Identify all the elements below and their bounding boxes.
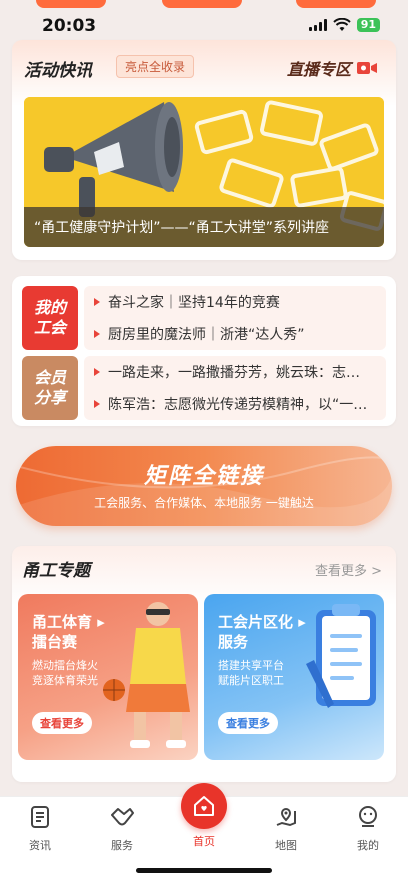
bullet-arrow-icon (94, 298, 100, 306)
tile-title-line: 工会片区化 (218, 613, 294, 631)
tile-more-button[interactable]: 查看更多 (218, 712, 278, 734)
news-item-text: 陈军浩：志愿微光传递劳模精神，以“一… (108, 397, 368, 413)
status-bar: 20:03 91 (0, 0, 408, 44)
tile-title: 甬工体育 ▸ 擂台赛 (32, 613, 105, 651)
video-camera-icon (357, 62, 377, 74)
news-item[interactable]: 奋斗之家｜坚持14年的竞赛 (84, 286, 386, 318)
topic-tile-district[interactable]: 工会片区化 ▸ 服务 搭建共享平台 赋能片区职工 查看更多 (204, 594, 384, 760)
bullet-arrow-icon (94, 330, 100, 338)
tab-services[interactable]: 服务 (92, 805, 152, 853)
tag-line-1: 会员 (33, 368, 66, 387)
news-item[interactable]: 一路走来，一路撒播芬芳，姚云珠：志… (84, 356, 386, 388)
banner-caption: “甬工健康守护计划”——“甬工大讲堂”系列讲座 (24, 207, 384, 247)
tile-desc-line: 搭建共享平台 (218, 659, 284, 672)
home-indicator (136, 868, 272, 873)
tag-line-1: 我的 (33, 298, 66, 317)
union-row-member-share: 会员 分享 一路走来，一路撒播芬芳，姚云珠：志… 陈军浩：志愿微光传递劳模精神，… (22, 356, 386, 420)
top-tab-left (36, 0, 106, 8)
union-row-my-union: 我的 工会 奋斗之家｜坚持14年的竞赛 厨房里的魔法师｜浙港“达人秀” (22, 286, 386, 350)
tab-label: 地图 (275, 839, 297, 852)
bullet-arrow-icon (94, 400, 100, 408)
tile-title-line: 服务 (218, 633, 249, 651)
cellular-signal-icon (308, 19, 327, 31)
tag-line-2: 工会 (33, 318, 66, 337)
matrix-link-banner[interactable]: 矩阵全链接 工会服务、合作媒体、本地服务 一键触达 (16, 446, 392, 526)
topic-tile-sports[interactable]: 甬工体育 ▸ 擂台赛 燃动擂台烽火 竞逐体育荣光 查看更多 (18, 594, 198, 760)
topics-title: 甬工专题 (22, 561, 90, 581)
activity-badge: 亮点全收录 (116, 55, 195, 78)
tab-home[interactable]: 首页 (180, 783, 228, 849)
news-item-text: 一路走来，一路撒播芬芳，姚云珠：志… (108, 365, 360, 381)
tile-title-line: 擂台赛 (32, 633, 78, 651)
tile-desc-line: 燃动擂台烽火 (32, 659, 98, 672)
member-share-tag[interactable]: 会员 分享 (22, 356, 78, 420)
tab-label: 资讯 (29, 839, 51, 852)
handshake-icon (111, 808, 134, 826)
bullet-arrow-icon (94, 368, 100, 376)
activity-card: 活动快讯 亮点全收录 直播专区 “甬工健康守护计划”——“甬工大讲堂”系列讲座 (12, 40, 396, 260)
profile-icon (359, 806, 377, 827)
activity-banner[interactable]: “甬工健康守护计划”——“甬工大讲堂”系列讲座 (24, 97, 384, 247)
tab-label: 服务 (111, 839, 133, 852)
tag-line-2: 分享 (33, 388, 66, 407)
tile-desc-line: 赋能片区职工 (218, 674, 284, 687)
news-item-text: 厨房里的魔法师｜浙港“达人秀” (108, 327, 305, 343)
my-union-list: 奋斗之家｜坚持14年的竞赛 厨房里的魔法师｜浙港“达人秀” (84, 286, 386, 350)
home-icon (194, 796, 214, 816)
news-item[interactable]: 厨房里的魔法师｜浙港“达人秀” (84, 318, 386, 350)
my-union-tag[interactable]: 我的 工会 (22, 286, 78, 350)
map-icon (276, 807, 296, 827)
live-zone-label: 直播专区 (286, 60, 351, 79)
matrix-title: 矩阵全链接 (143, 464, 264, 489)
tab-news[interactable]: 资讯 (10, 805, 70, 853)
topics-card: 甬工专题 查看更多 > 甬工体育 ▸ 擂台赛 燃动擂台烽火 竞逐体育荣光 查看更… (12, 546, 396, 782)
tile-title: 工会片区化 ▸ 服务 (218, 613, 306, 651)
topics-more-link[interactable]: 查看更多 > (315, 560, 382, 579)
tile-description: 燃动擂台烽火 竞逐体育荣光 (32, 658, 98, 688)
tile-desc-line: 竞逐体育荣光 (32, 674, 98, 687)
battery-indicator: 91 (356, 18, 380, 32)
tile-more-button[interactable]: 查看更多 (32, 712, 92, 734)
live-zone-tab[interactable]: 直播专区 (268, 48, 396, 88)
news-item[interactable]: 陈军浩：志愿微光传递劳模精神，以“一… (84, 388, 386, 420)
status-time: 20:03 (42, 16, 97, 36)
news-item-text: 奋斗之家｜坚持14年的竞赛 (108, 295, 280, 311)
tab-map[interactable]: 地图 (256, 805, 316, 853)
union-news-card: 我的 工会 奋斗之家｜坚持14年的竞赛 厨房里的魔法师｜浙港“达人秀” 会员 分… (12, 276, 396, 426)
tab-label: 首页 (193, 835, 215, 848)
tile-title-line: 甬工体育 (32, 613, 93, 631)
top-tab-right (296, 0, 376, 8)
member-share-list: 一路走来，一路撒播芬芳，姚云珠：志… 陈军浩：志愿微光传递劳模精神，以“一… (84, 356, 386, 420)
top-tab-center (162, 0, 242, 8)
tab-label: 我的 (357, 839, 379, 852)
wifi-icon (332, 18, 351, 31)
activity-title: 活动快讯 (24, 61, 92, 81)
home-button[interactable] (181, 783, 227, 829)
status-indicators: 91 (308, 18, 380, 32)
news-icon (31, 806, 49, 828)
tab-profile[interactable]: 我的 (338, 805, 398, 853)
matrix-subtitle: 工会服务、合作媒体、本地服务 一键触达 (94, 496, 314, 510)
tile-description: 搭建共享平台 赋能片区职工 (218, 658, 284, 688)
